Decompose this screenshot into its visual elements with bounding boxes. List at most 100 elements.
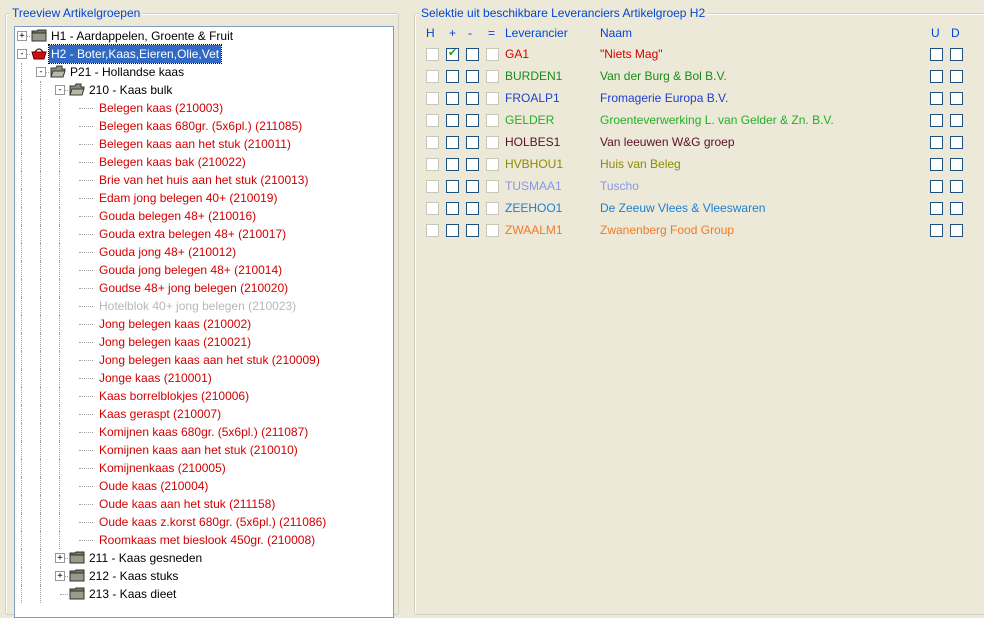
tree-leaf-item[interactable]: Jong belegen kaas (210002) xyxy=(15,315,385,333)
checkbox-u[interactable] xyxy=(930,158,943,171)
checkbox-minus[interactable] xyxy=(466,70,479,83)
checkbox-minus[interactable] xyxy=(466,224,479,237)
tree-label[interactable]: Oude kaas (210004) xyxy=(97,477,210,495)
tree-panel[interactable]: + H1 - Aardappelen, Groente & Fruit - H2 - … xyxy=(14,26,394,618)
tree-leaf-item[interactable]: Belegen kaas 680gr. (5x6pl.) (211085) xyxy=(15,117,385,135)
checkbox-plus[interactable] xyxy=(446,180,459,193)
tree-leaf-item[interactable]: Oude kaas (210004) xyxy=(15,477,385,495)
col-header-u[interactable]: U xyxy=(931,26,940,40)
col-header-equals[interactable]: = xyxy=(488,26,495,40)
tree-leaf-item[interactable]: Hotelblok 40+ jong belegen (210023) xyxy=(15,297,385,315)
tree-leaf-item[interactable]: Kaas borrelblokjes (210006) xyxy=(15,387,385,405)
tree-leaf-item[interactable]: Goudse 48+ jong belegen (210020) xyxy=(15,279,385,297)
tree-label[interactable]: Oude kaas z.korst 680gr. (5x6pl.) (21108… xyxy=(97,513,328,531)
expand-icon[interactable]: + xyxy=(55,571,65,581)
tree-leaf-item[interactable]: Gouda jong 48+ (210012) xyxy=(15,243,385,261)
tree-leaf-item[interactable]: Kaas geraspt (210007) xyxy=(15,405,385,423)
checkbox-d[interactable] xyxy=(950,92,963,105)
tree-label[interactable]: H2 - Boter,Kaas,Eieren,Olie,Vet xyxy=(47,44,223,64)
tree-label[interactable]: Jong belegen kaas (210002) xyxy=(97,315,253,333)
col-header-plus[interactable]: + xyxy=(449,26,456,40)
tree-node[interactable]: + H1 - Aardappelen, Groente & Fruit xyxy=(15,27,385,45)
tree-label[interactable]: Belegen kaas aan het stuk (210011) xyxy=(97,135,293,153)
tree-label[interactable]: Kaas borrelblokjes (210006) xyxy=(97,387,251,405)
tree-label[interactable]: Jong belegen kaas (210021) xyxy=(97,333,253,351)
tree-label[interactable]: Edam jong belegen 40+ (210019) xyxy=(97,189,279,207)
tree-node[interactable]: - H2 - Boter,Kaas,Eieren,Olie,Vet xyxy=(15,44,385,64)
tree-label[interactable]: Komijnen kaas aan het stuk (210010) xyxy=(97,441,300,459)
checkbox-d[interactable] xyxy=(950,224,963,237)
tree-leaf-item[interactable]: Belegen kaas aan het stuk (210011) xyxy=(15,135,385,153)
tree-label[interactable]: Jong belegen kaas aan het stuk (210009) xyxy=(97,351,322,369)
checkbox-u[interactable] xyxy=(930,114,943,127)
tree-leaf-item[interactable]: Edam jong belegen 40+ (210019) xyxy=(15,189,385,207)
checkbox-u[interactable] xyxy=(930,224,943,237)
checkbox-plus[interactable] xyxy=(446,136,459,149)
tree-label[interactable]: Roomkaas met bieslook 450gr. (210008) xyxy=(97,531,317,549)
checkbox-plus[interactable] xyxy=(446,70,459,83)
tree-label[interactable]: 213 - Kaas dieet xyxy=(87,585,178,603)
tree-label[interactable]: Goudse 48+ jong belegen (210020) xyxy=(97,279,290,297)
checkbox-d[interactable] xyxy=(950,202,963,215)
checkbox-d[interactable] xyxy=(950,48,963,61)
tree-leaf-item[interactable]: Belegen kaas (210003) xyxy=(15,99,385,117)
tree-node[interactable]: +212 - Kaas stuks xyxy=(15,567,385,585)
tree-label[interactable]: P21 - Hollandse kaas xyxy=(68,63,186,81)
tree-leaf-item[interactable]: Gouda belegen 48+ (210016) xyxy=(15,207,385,225)
tree-node[interactable]: +211 - Kaas gesneden xyxy=(15,549,385,567)
col-header-d[interactable]: D xyxy=(951,26,960,40)
tree-label[interactable]: Gouda extra belegen 48+ (210017) xyxy=(97,225,288,243)
checkbox-d[interactable] xyxy=(950,70,963,83)
tree-label[interactable]: Oude kaas aan het stuk (211158) xyxy=(97,495,277,513)
checkbox-d[interactable] xyxy=(950,136,963,149)
col-header-naam[interactable]: Naam xyxy=(600,26,632,40)
expand-icon[interactable]: + xyxy=(55,553,65,563)
checkbox-d[interactable] xyxy=(950,114,963,127)
tree-leaf-item[interactable]: Gouda extra belegen 48+ (210017) xyxy=(15,225,385,243)
tree-leaf-item[interactable]: Brie van het huis aan het stuk (210013) xyxy=(15,171,385,189)
tree-label[interactable]: Belegen kaas bak (210022) xyxy=(97,153,248,171)
tree-label[interactable]: Kaas geraspt (210007) xyxy=(97,405,223,423)
tree-label[interactable]: Jonge kaas (210001) xyxy=(97,369,214,387)
tree-leaf-item[interactable]: Belegen kaas bak (210022) xyxy=(15,153,385,171)
col-header-h[interactable]: H xyxy=(426,26,435,40)
tree-leaf-item[interactable]: Jong belegen kaas (210021) xyxy=(15,333,385,351)
tree-label[interactable]: Gouda belegen 48+ (210016) xyxy=(97,207,258,225)
checkbox-u[interactable] xyxy=(930,136,943,149)
tree-leaf-item[interactable]: Komijnenkaas (210005) xyxy=(15,459,385,477)
checkbox-minus[interactable] xyxy=(466,48,479,61)
collapse-icon[interactable]: - xyxy=(36,67,46,77)
checkbox-plus[interactable] xyxy=(446,202,459,215)
tree-leaf-item[interactable]: Oude kaas aan het stuk (211158) xyxy=(15,495,385,513)
checkbox-u[interactable] xyxy=(930,92,943,105)
tree-node[interactable]: - 210 - Kaas bulk xyxy=(15,81,385,99)
checkbox-plus[interactable] xyxy=(446,158,459,171)
checkbox-minus[interactable] xyxy=(466,136,479,149)
tree-label[interactable]: Brie van het huis aan het stuk (210013) xyxy=(97,171,310,189)
checkbox-minus[interactable] xyxy=(466,92,479,105)
tree-node[interactable]: - P21 - Hollandse kaas xyxy=(15,63,385,81)
collapse-icon[interactable]: - xyxy=(55,85,65,95)
collapse-icon[interactable]: - xyxy=(17,49,27,59)
checkbox-u[interactable] xyxy=(930,48,943,61)
tree-label[interactable]: Komijnen kaas 680gr. (5x6pl.) (211087) xyxy=(97,423,310,441)
checkbox-minus[interactable] xyxy=(466,180,479,193)
tree-label[interactable]: 211 - Kaas gesneden xyxy=(87,549,204,567)
tree-label[interactable]: Belegen kaas 680gr. (5x6pl.) (211085) xyxy=(97,117,304,135)
checkbox-plus[interactable] xyxy=(446,114,459,127)
tree-label[interactable]: H1 - Aardappelen, Groente & Fruit xyxy=(49,27,235,45)
tree-leaf-item[interactable]: Oude kaas z.korst 680gr. (5x6pl.) (21108… xyxy=(15,513,385,531)
tree-leaf-item[interactable]: Komijnen kaas aan het stuk (210010) xyxy=(15,441,385,459)
tree-leaf-item[interactable]: Jong belegen kaas aan het stuk (210009) xyxy=(15,351,385,369)
col-header-leverancier[interactable]: Leverancier xyxy=(505,26,568,40)
tree-label[interactable]: 210 - Kaas bulk xyxy=(87,81,174,99)
checkbox-plus[interactable] xyxy=(446,224,459,237)
tree-label[interactable]: Gouda jong belegen 48+ (210014) xyxy=(97,261,284,279)
checkbox-u[interactable] xyxy=(930,180,943,193)
tree-leaf-item[interactable]: Roomkaas met bieslook 450gr. (210008) xyxy=(15,531,385,549)
checkbox-minus[interactable] xyxy=(466,158,479,171)
tree-label[interactable]: Komijnenkaas (210005) xyxy=(97,459,228,477)
expand-icon[interactable]: + xyxy=(17,31,27,41)
checkbox-u[interactable] xyxy=(930,202,943,215)
checkbox-d[interactable] xyxy=(950,158,963,171)
